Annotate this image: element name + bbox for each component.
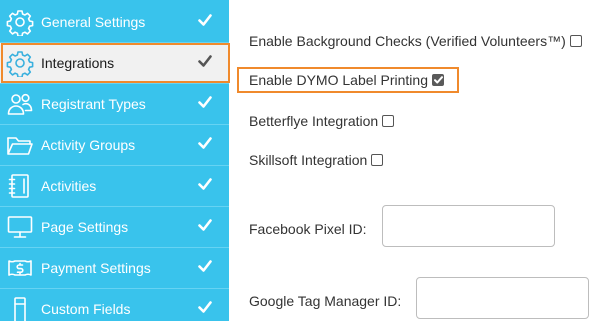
checkmark-icon bbox=[195, 13, 215, 31]
option-dymo-label-printing[interactable]: Enable DYMO Label Printing bbox=[249, 72, 444, 88]
facebook-pixel-label: Facebook Pixel ID: bbox=[249, 221, 367, 237]
checkmark-icon bbox=[195, 95, 215, 113]
sidebar-item-label: Registrant Types bbox=[41, 96, 146, 112]
sidebar-item-payment-settings[interactable]: Payment Settings bbox=[0, 248, 229, 288]
checkmark-icon bbox=[195, 54, 215, 72]
sidebar-item-activities[interactable]: Activities bbox=[0, 166, 229, 206]
option-background-checks[interactable]: Enable Background Checks (Verified Volun… bbox=[249, 33, 582, 49]
folder-icon bbox=[5, 130, 35, 160]
checkmark-icon bbox=[195, 259, 215, 277]
option-label: Betterflye Integration bbox=[249, 113, 379, 129]
sidebar-item-label: Activities bbox=[41, 178, 97, 194]
integrations-panel: Enable Background Checks (Verified Volun… bbox=[229, 0, 602, 321]
option-label: Enable Background Checks (Verified Volun… bbox=[249, 33, 566, 49]
sidebar-item-general-settings[interactable]: General Settings bbox=[0, 2, 229, 42]
people-icon bbox=[5, 89, 35, 119]
sidebar-item-label: Custom Fields bbox=[41, 301, 131, 317]
google-tag-manager-label: Google Tag Manager ID: bbox=[249, 293, 402, 309]
checkmark-icon bbox=[195, 177, 215, 195]
option-betterflye[interactable]: Betterflye Integration bbox=[249, 113, 395, 129]
sidebar-item-page-settings[interactable]: Page Settings bbox=[0, 207, 229, 247]
sidebar-item-registrant-types[interactable]: Registrant Types bbox=[0, 84, 229, 124]
sidebar: General Settings Integrations Registrant… bbox=[0, 0, 229, 321]
option-skillsoft[interactable]: Skillsoft Integration bbox=[249, 152, 384, 168]
sidebar-item-label: Page Settings bbox=[41, 219, 129, 235]
dollar-bill-icon bbox=[5, 253, 35, 283]
sidebar-item-label: Activity Groups bbox=[41, 137, 136, 153]
sidebar-item-label: Integrations bbox=[41, 55, 115, 71]
checkmark-icon bbox=[195, 136, 215, 154]
checkmark-icon bbox=[433, 76, 443, 84]
gear-icon bbox=[5, 48, 35, 78]
checkmark-icon bbox=[195, 218, 215, 236]
sidebar-item-custom-fields[interactable]: Custom Fields bbox=[0, 289, 229, 321]
google-tag-manager-input[interactable] bbox=[416, 277, 589, 319]
checkmark-icon bbox=[195, 300, 215, 318]
pencil-icon bbox=[5, 294, 35, 321]
notebook-icon bbox=[5, 171, 35, 201]
monitor-icon bbox=[5, 212, 35, 242]
betterflye-checkbox[interactable] bbox=[382, 115, 395, 127]
sidebar-item-activity-groups[interactable]: Activity Groups bbox=[0, 125, 229, 165]
option-label: Enable DYMO Label Printing bbox=[249, 72, 428, 88]
facebook-pixel-input[interactable] bbox=[382, 205, 555, 247]
sidebar-item-label: Payment Settings bbox=[41, 260, 151, 276]
background-checks-checkbox[interactable] bbox=[569, 35, 582, 47]
dymo-label-printing-checkbox[interactable] bbox=[432, 74, 444, 86]
sidebar-item-label: General Settings bbox=[41, 14, 146, 30]
skillsoft-checkbox[interactable] bbox=[371, 154, 384, 166]
sidebar-item-integrations[interactable]: Integrations bbox=[0, 43, 229, 83]
option-label: Skillsoft Integration bbox=[249, 152, 368, 168]
gear-icon bbox=[5, 7, 35, 37]
